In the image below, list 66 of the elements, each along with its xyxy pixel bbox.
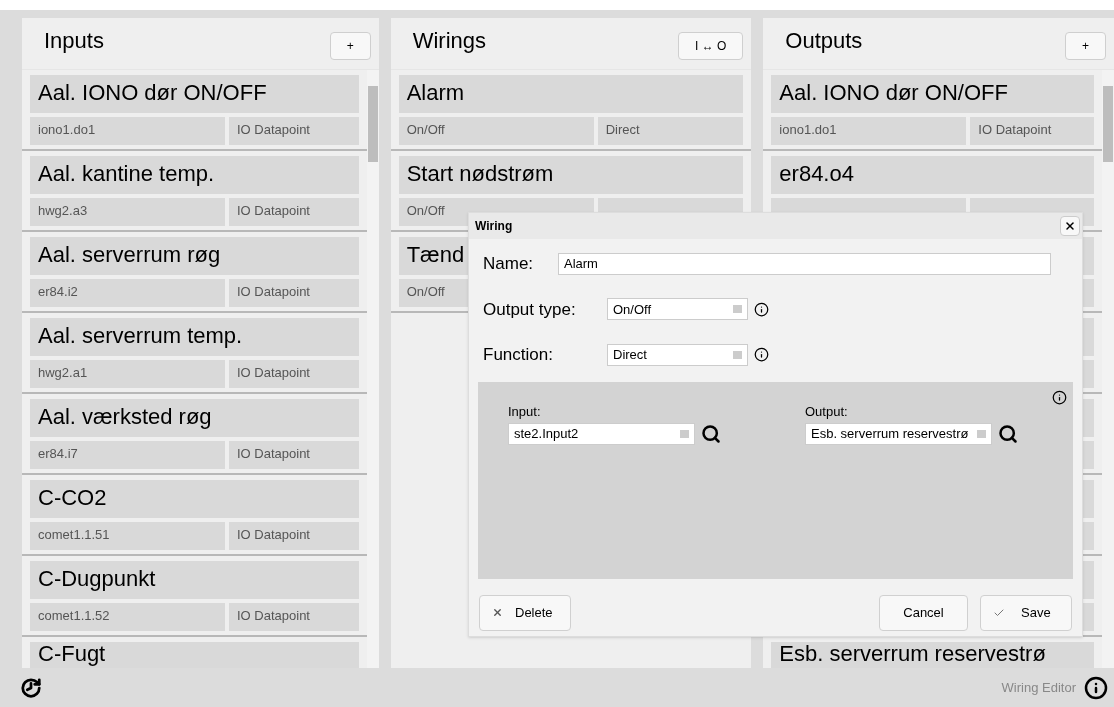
item-detail: IO Datapoint [229, 360, 359, 388]
delete-button[interactable]: Delete [479, 594, 571, 631]
item-detail: IO Datapoint [229, 441, 359, 469]
item-title[interactable]: C-Dugpunkt [30, 561, 359, 599]
cross-icon [492, 607, 503, 618]
item-detail: er84.i7 [30, 441, 225, 469]
item-detail: iono1.do1 [771, 117, 967, 145]
item-detail: hwg2.a1 [30, 360, 225, 388]
item-title[interactable]: Start nødstrøm [398, 156, 744, 194]
item-detail: comet1.1.51 [30, 522, 225, 550]
scrollbar[interactable] [1102, 70, 1114, 668]
item-detail: IO Datapoint [229, 279, 359, 307]
item-title[interactable]: er84.o4 [771, 156, 1094, 194]
item-title[interactable]: Esb. serverrum reservestrø [771, 642, 1094, 668]
history-icon[interactable] [20, 676, 42, 699]
input-select[interactable]: ste2.Input2 [508, 423, 695, 445]
close-button[interactable] [1060, 216, 1080, 236]
search-icon[interactable] [998, 424, 1018, 444]
item-detail: IO Datapoint [229, 198, 359, 226]
item-title[interactable]: Aal. serverrum temp. [30, 318, 359, 356]
list-icon [977, 430, 986, 438]
name-field[interactable]: Alarm [558, 252, 1051, 275]
function-select[interactable]: Direct [607, 343, 748, 366]
item-detail: IO Datapoint [229, 522, 359, 550]
info-icon[interactable] [1052, 389, 1067, 405]
panel-title: Wirings [412, 30, 486, 52]
footer-label: Wiring Editor [1001, 678, 1076, 697]
item-title[interactable]: Alarm [398, 75, 744, 113]
panel-header-button[interactable]: + [329, 32, 371, 60]
field-label: Input: [508, 402, 542, 421]
item-title[interactable]: Aal. værksted røg [30, 399, 359, 437]
info-icon[interactable] [1084, 675, 1108, 700]
item-detail: On/Off [398, 117, 594, 145]
item-title[interactable]: Aal. IONO dør ON/OFF [771, 75, 1094, 113]
item-title[interactable]: C-CO2 [30, 480, 359, 518]
item-detail: IO Datapoint [970, 117, 1094, 145]
search-icon[interactable] [701, 424, 721, 444]
item-detail: iono1.do1 [30, 117, 225, 145]
list-icon [680, 430, 689, 438]
field-label: Name: [483, 253, 535, 275]
panel-header-button[interactable]: I ↔ O [678, 32, 744, 60]
list-icon [733, 305, 742, 314]
item-detail: IO Datapoint [229, 603, 359, 631]
item-detail: er84.i2 [30, 279, 225, 307]
save-button[interactable]: Save [980, 594, 1072, 631]
panel-title: Inputs [44, 30, 104, 52]
item-detail: IO Datapoint [229, 117, 359, 145]
output-select[interactable]: Esb. serverrum reservestrø [805, 423, 992, 445]
item-title[interactable]: Aal. kantine temp. [30, 156, 359, 194]
cancel-button[interactable]: Cancel [879, 594, 968, 631]
item-detail: Direct [597, 117, 744, 145]
close-icon [1064, 220, 1076, 232]
info-icon[interactable] [754, 347, 769, 363]
item-title[interactable]: Aal. serverrum røg [30, 237, 359, 275]
item-title[interactable]: Aal. IONO dør ON/OFF [30, 75, 359, 113]
output-type-select[interactable]: On/Off [607, 298, 748, 321]
list-icon [733, 350, 742, 359]
field-label: Output: [805, 402, 849, 421]
panel-header-button[interactable]: + [1065, 32, 1106, 60]
item-detail: comet1.1.52 [30, 603, 225, 631]
field-label: Function: [483, 344, 554, 366]
scrollbar[interactable] [366, 70, 379, 668]
item-title[interactable]: C-Fugt [30, 642, 359, 668]
info-icon[interactable] [754, 301, 769, 317]
item-detail: hwg2.a3 [30, 198, 225, 226]
panel-title: Outputs [785, 30, 863, 52]
